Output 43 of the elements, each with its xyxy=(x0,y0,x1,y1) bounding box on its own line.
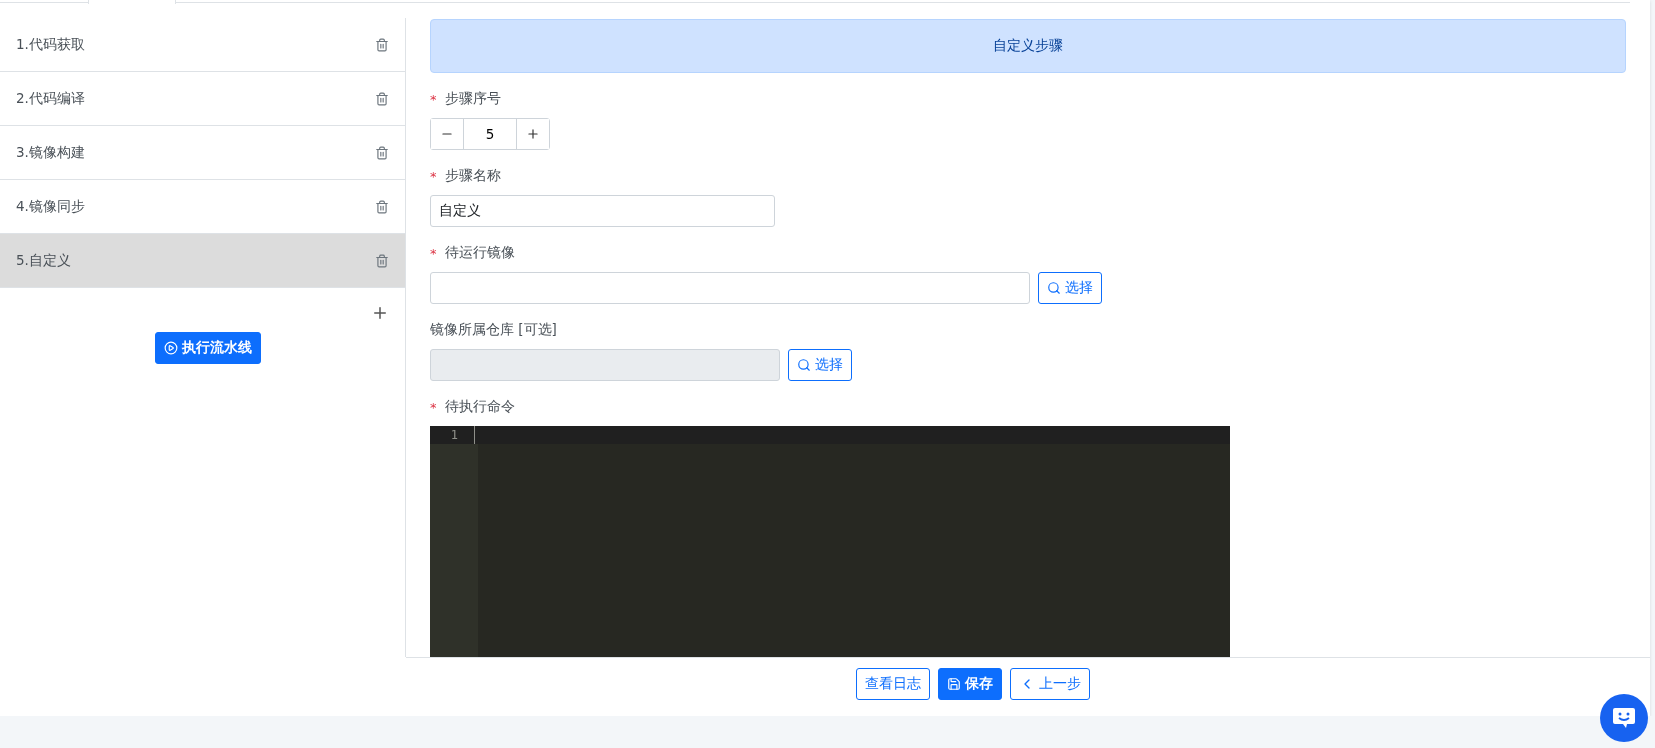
step-item[interactable]: 1.代码获取 xyxy=(0,18,405,72)
field-label: 步骤名称 xyxy=(444,167,501,185)
step-item[interactable]: 5.自定义 xyxy=(0,234,405,288)
number-field[interactable]: 5 xyxy=(463,119,517,149)
plus-icon xyxy=(526,127,540,141)
step-label: 4.镜像同步 xyxy=(16,197,85,216)
text-field[interactable] xyxy=(430,272,1030,304)
field-label: 镜像所属仓库 [可选] xyxy=(430,321,557,339)
step-item[interactable]: 3.镜像构建 xyxy=(0,126,405,180)
required-asterisk: * xyxy=(430,91,437,107)
play-icon xyxy=(163,341,178,355)
delete-icon[interactable] xyxy=(375,199,389,214)
step-label: 5.自定义 xyxy=(16,251,71,270)
delete-icon[interactable] xyxy=(375,145,389,160)
step-label: 2.代码编译 xyxy=(16,89,85,108)
chat-button[interactable] xyxy=(1600,694,1648,742)
view-log-button[interactable]: 查看日志 xyxy=(856,668,930,700)
step-label: 3.镜像构建 xyxy=(16,143,85,162)
line-number: 1 xyxy=(449,427,459,444)
field-label: 步骤序号 xyxy=(444,90,501,108)
required-asterisk: * xyxy=(430,399,437,415)
field-label: 待运行镜像 xyxy=(444,244,515,262)
delete-icon[interactable] xyxy=(375,91,389,106)
run-pipeline-button[interactable]: 执行流水线 xyxy=(154,332,261,364)
search-icon xyxy=(1047,281,1061,295)
add-icon[interactable] xyxy=(371,304,389,322)
delete-icon[interactable] xyxy=(375,253,389,268)
field-label: 待执行命令 xyxy=(444,398,515,416)
select-button[interactable]: 选择 xyxy=(1038,272,1102,304)
text-field[interactable]: 自定义 xyxy=(430,195,775,227)
step-item[interactable]: 2.代码编译 xyxy=(0,72,405,126)
save-button[interactable]: 保存 xyxy=(938,668,1002,700)
save-icon xyxy=(947,677,961,691)
required-asterisk: * xyxy=(430,168,437,184)
section-banner: 自定义步骤 xyxy=(430,19,1626,73)
delete-icon[interactable] xyxy=(375,37,389,52)
required-asterisk: * xyxy=(430,245,437,261)
back-button[interactable]: 上一步 xyxy=(1010,668,1090,700)
number-stepper[interactable]: 5 xyxy=(430,118,550,150)
search-icon xyxy=(797,358,811,372)
step-item[interactable]: 4.镜像同步 xyxy=(0,180,405,234)
code-editor[interactable]: 1 xyxy=(430,426,1230,657)
step-label: 1.代码获取 xyxy=(16,35,85,54)
